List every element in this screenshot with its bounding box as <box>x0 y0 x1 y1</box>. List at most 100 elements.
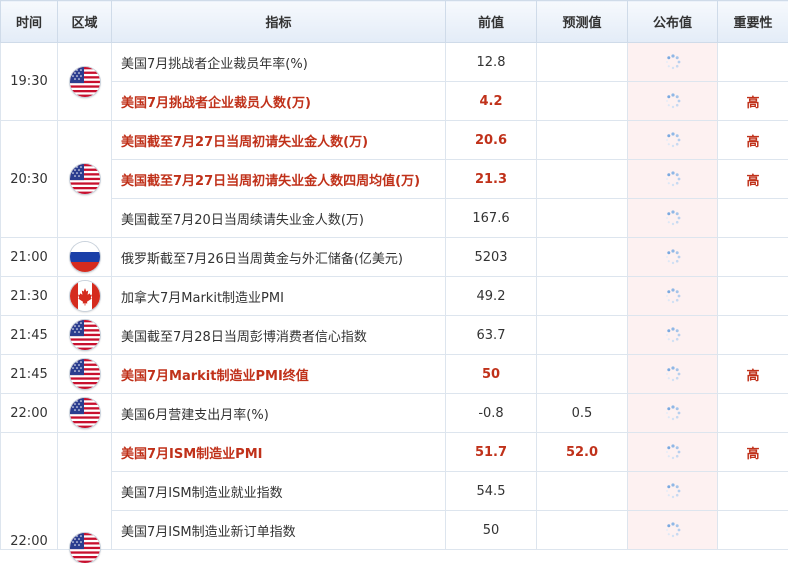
table-row[interactable]: 美国7月ISM制造业就业指数 54.5 <box>1 472 788 511</box>
forecast-cell <box>537 43 628 82</box>
loading-spinner-icon <box>665 54 681 70</box>
table-row[interactable]: 19:30 美国7月挑战者企业裁员年率(%) 12.8 <box>1 43 788 82</box>
previous-cell: 20.6 <box>446 121 537 160</box>
loading-spinner-icon <box>665 444 681 460</box>
indicator-cell[interactable]: 美国7月ISM制造业就业指数 <box>112 472 446 511</box>
table-row[interactable]: 21:30 加拿大7月Markit制造业PMI 49.2 <box>1 277 788 316</box>
loading-spinner-icon <box>665 483 681 499</box>
previous-cell: 63.7 <box>446 316 537 355</box>
indicator-cell[interactable]: 美国截至7月27日当周初请失业金人数四周均值(万) <box>112 160 446 199</box>
previous-cell: 54.5 <box>446 472 537 511</box>
region-cell <box>58 394 112 433</box>
forecast-cell <box>537 355 628 394</box>
table-row[interactable]: 美国截至7月20日当周续请失业金人数(万) 167.6 <box>1 199 788 238</box>
published-cell <box>628 355 718 394</box>
table-row[interactable]: 21:45 美国截至7月28日当周彭博消费者信心指数 63.7 <box>1 316 788 355</box>
importance-cell: 高 <box>718 82 788 121</box>
published-cell <box>628 121 718 160</box>
indicator-cell[interactable]: 美国7月ISM制造业新订单指数 <box>112 511 446 550</box>
header-published[interactable]: 公布值 <box>628 1 718 43</box>
importance-cell <box>718 43 788 82</box>
forecast-cell <box>537 511 628 550</box>
published-cell <box>628 238 718 277</box>
header-importance[interactable]: 重要性 <box>718 1 788 43</box>
indicator-cell[interactable]: 加拿大7月Markit制造业PMI <box>112 277 446 316</box>
forecast-cell <box>537 160 628 199</box>
importance-cell <box>718 394 788 433</box>
loading-spinner-icon <box>665 327 681 343</box>
indicator-cell[interactable]: 美国截至7月27日当周初请失业金人数(万) <box>112 121 446 160</box>
time-cell: 21:45 <box>1 355 58 394</box>
us-flag-icon <box>70 533 100 563</box>
importance-cell: 高 <box>718 160 788 199</box>
header-forecast[interactable]: 预测值 <box>537 1 628 43</box>
previous-cell: 5203 <box>446 238 537 277</box>
loading-spinner-icon <box>665 366 681 382</box>
table-row[interactable]: 22:00 美国6月营建支出月率(%) -0.8 0.5 <box>1 394 788 433</box>
table-row[interactable]: 21:00 俄罗斯截至7月26日当周黄金与外汇储备(亿美元) 5203 <box>1 238 788 277</box>
header-time[interactable]: 时间 <box>1 1 58 43</box>
region-cell <box>58 43 112 121</box>
loading-spinner-icon <box>665 132 681 148</box>
forecast-cell: 52.0 <box>537 433 628 472</box>
published-cell <box>628 433 718 472</box>
header-previous[interactable]: 前值 <box>446 1 537 43</box>
forecast-cell <box>537 121 628 160</box>
time-cell: 21:45 <box>1 316 58 355</box>
region-cell <box>58 433 112 550</box>
indicator-cell[interactable]: 美国6月营建支出月率(%) <box>112 394 446 433</box>
table-row[interactable]: 美国截至7月27日当周初请失业金人数四周均值(万) 21.3 高 <box>1 160 788 199</box>
region-cell <box>58 238 112 277</box>
published-cell <box>628 511 718 550</box>
indicator-cell[interactable]: 美国7月Markit制造业PMI终值 <box>112 355 446 394</box>
previous-cell: 49.2 <box>446 277 537 316</box>
table-row[interactable]: 美国7月ISM制造业新订单指数 50 <box>1 511 788 550</box>
time-cell: 22:00 <box>1 433 58 550</box>
importance-cell <box>718 277 788 316</box>
table-row[interactable]: 美国7月挑战者企业裁员人数(万) 4.2 高 <box>1 82 788 121</box>
importance-cell <box>718 238 788 277</box>
importance-cell: 高 <box>718 433 788 472</box>
loading-spinner-icon <box>665 405 681 421</box>
published-cell <box>628 43 718 82</box>
time-cell: 21:30 <box>1 277 58 316</box>
loading-spinner-icon <box>665 522 681 538</box>
previous-cell: 50 <box>446 511 537 550</box>
published-cell <box>628 394 718 433</box>
header-indicator[interactable]: 指标 <box>112 1 446 43</box>
loading-spinner-icon <box>665 249 681 265</box>
importance-cell <box>718 511 788 550</box>
loading-spinner-icon <box>665 93 681 109</box>
previous-cell: 12.8 <box>446 43 537 82</box>
indicator-cell[interactable]: 俄罗斯截至7月26日当周黄金与外汇储备(亿美元) <box>112 238 446 277</box>
table-row[interactable]: 22:00 美国7月ISM制造业PMI 51.7 52.0 高 <box>1 433 788 472</box>
region-cell <box>58 316 112 355</box>
header-region[interactable]: 区域 <box>58 1 112 43</box>
importance-cell: 高 <box>718 121 788 160</box>
forecast-cell: 0.5 <box>537 394 628 433</box>
forecast-cell <box>537 277 628 316</box>
time-cell: 22:00 <box>1 394 58 433</box>
published-cell <box>628 160 718 199</box>
indicator-cell[interactable]: 美国截至7月28日当周彭博消费者信心指数 <box>112 316 446 355</box>
calendar-table: 时间 区域 指标 前值 预测值 公布值 重要性 19:30 美国7月挑战者企业裁… <box>0 0 788 550</box>
indicator-cell[interactable]: 美国7月挑战者企业裁员年率(%) <box>112 43 446 82</box>
table-row[interactable]: 20:30 美国截至7月27日当周初请失业金人数(万) 20.6 高 <box>1 121 788 160</box>
previous-cell: 167.6 <box>446 199 537 238</box>
importance-cell <box>718 316 788 355</box>
importance-cell <box>718 199 788 238</box>
us-flag-icon <box>70 398 100 428</box>
previous-cell: 4.2 <box>446 82 537 121</box>
indicator-cell[interactable]: 美国7月ISM制造业PMI <box>112 433 446 472</box>
indicator-cell[interactable]: 美国7月挑战者企业裁员人数(万) <box>112 82 446 121</box>
table-row[interactable]: 21:45 美国7月Markit制造业PMI终值 50 高 <box>1 355 788 394</box>
indicator-cell[interactable]: 美国截至7月20日当周续请失业金人数(万) <box>112 199 446 238</box>
russia-flag-icon <box>70 242 100 272</box>
forecast-cell <box>537 82 628 121</box>
us-flag-icon <box>70 164 100 194</box>
previous-cell: 21.3 <box>446 160 537 199</box>
forecast-cell <box>537 238 628 277</box>
canada-flag-icon <box>70 281 100 311</box>
loading-spinner-icon <box>665 210 681 226</box>
published-cell <box>628 82 718 121</box>
